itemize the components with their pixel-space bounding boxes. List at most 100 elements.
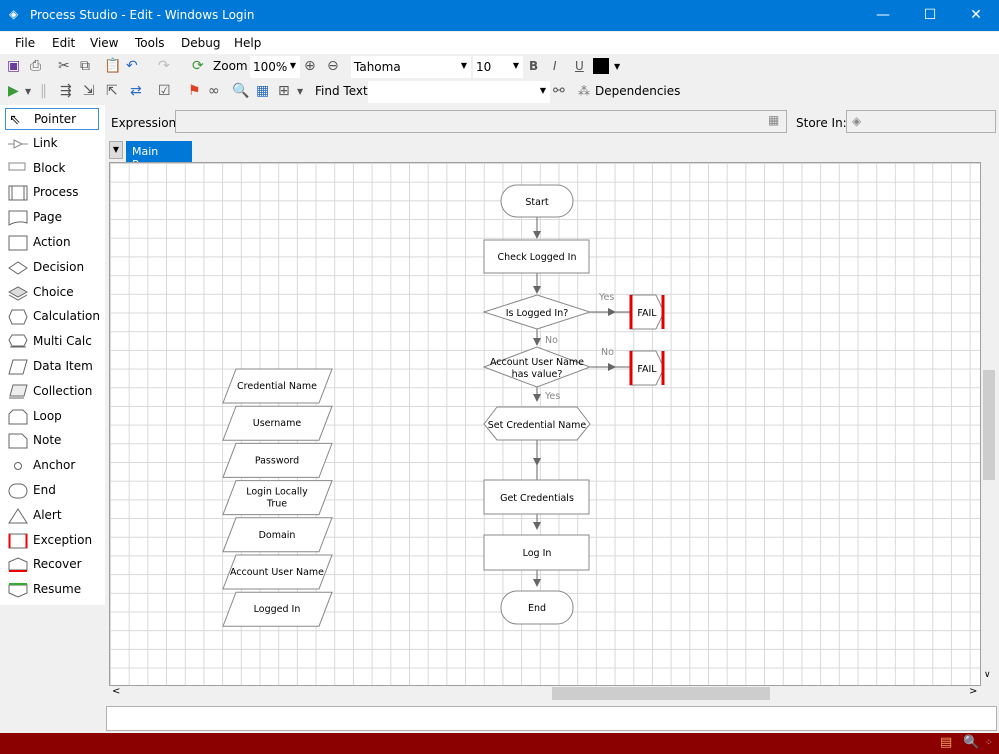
grid-icon[interactable]: ⊞ xyxy=(278,83,290,99)
italic-button[interactable]: I xyxy=(553,59,557,73)
maximize-button[interactable]: ☐ xyxy=(907,0,953,31)
window-icon[interactable]: ▦ xyxy=(256,83,269,99)
tool-resume[interactable]: Resume xyxy=(5,579,99,601)
tool-palette: ⇖ Pointer Link Block Process Page Action Decisi… xyxy=(0,105,105,605)
paste-icon[interactable]: 📋 xyxy=(104,58,121,74)
tool-end[interactable]: End xyxy=(5,480,99,502)
data-item-label: Logged In xyxy=(254,604,301,615)
block-icon xyxy=(8,161,28,177)
tool-multi-calc[interactable]: Multi Calc xyxy=(5,331,99,353)
reset-icon[interactable]: ⇄ xyxy=(130,83,142,99)
session-log-icon[interactable]: ▤ xyxy=(940,735,952,750)
watch-icon[interactable]: ∞ xyxy=(208,83,220,99)
minimize-button[interactable]: — xyxy=(860,0,906,31)
menu-debug[interactable]: Debug xyxy=(181,36,220,50)
tool-action[interactable]: Action xyxy=(5,232,99,254)
tool-label: Link xyxy=(33,135,58,150)
tool-exception[interactable]: Exception xyxy=(5,530,99,552)
copy-icon[interactable]: ⧉ xyxy=(80,58,90,74)
tool-pointer[interactable]: ⇖ Pointer xyxy=(5,108,99,130)
tool-page[interactable]: Page xyxy=(5,207,99,229)
validate-icon[interactable]: ☑ xyxy=(158,83,171,99)
tool-alert[interactable]: Alert xyxy=(5,505,99,527)
tool-loop[interactable]: Loop xyxy=(5,406,99,428)
redo-icon[interactable]: ↷ xyxy=(158,58,170,74)
color-picker[interactable] xyxy=(593,58,609,74)
store-in-input[interactable]: ◈ xyxy=(846,110,996,133)
process-canvas[interactable]: Start Check Logged In Is Logged In? FAIL… xyxy=(109,162,981,686)
expression-input[interactable] xyxy=(175,110,787,133)
tool-label: Alert xyxy=(33,507,62,522)
undo-icon[interactable]: ↶ xyxy=(126,58,138,74)
tool-link[interactable]: Link xyxy=(5,133,99,155)
data-item-label: Username xyxy=(253,418,302,429)
vertical-scroll-thumb[interactable] xyxy=(983,370,995,480)
chevron-down-icon[interactable]: ▼ xyxy=(614,62,620,71)
cut-icon[interactable]: ✂ xyxy=(58,58,70,74)
calculator-icon[interactable]: ▦ xyxy=(768,113,779,127)
chevron-down-icon[interactable]: ▼ xyxy=(297,87,303,96)
scroll-left-icon[interactable]: < xyxy=(112,686,120,697)
search-log-icon[interactable]: 🔍 xyxy=(963,735,979,750)
print-icon[interactable]: ⎙ xyxy=(30,58,41,74)
font-value: Tahoma xyxy=(354,60,401,74)
decision-icon xyxy=(8,260,28,276)
debug-toolbar: ▶ ▼ ‖ ⇶ ⇲ ⇱ ⇄ ☑ ⚑ ∞ 🔍 ▦ ⊞ ▼ Find Text ▼ … xyxy=(0,79,680,105)
close-button[interactable]: ✕ xyxy=(953,0,999,31)
tool-recover[interactable]: Recover xyxy=(5,554,99,576)
scroll-right-icon[interactable]: > xyxy=(969,686,977,697)
chevron-down-icon[interactable]: ▼ xyxy=(25,87,31,96)
menu-tools[interactable]: Tools xyxy=(135,36,165,50)
tool-process[interactable]: Process xyxy=(5,182,99,204)
pause-icon[interactable]: ‖ xyxy=(40,83,47,99)
process-icon xyxy=(8,185,28,201)
refresh-icon[interactable]: ⟳ xyxy=(192,58,204,74)
tool-label: Multi Calc xyxy=(33,334,92,349)
save-icon[interactable]: ▣ xyxy=(7,58,20,74)
pointer-icon: ⇖ xyxy=(9,112,21,128)
breakpoint-flag-icon[interactable]: ⚑ xyxy=(188,83,201,99)
data-item-label: Password xyxy=(255,455,299,466)
page-list-dropdown[interactable]: ▼ xyxy=(109,141,123,159)
tool-decision[interactable]: Decision xyxy=(5,257,99,279)
font-size-select[interactable]: 10 ▼ xyxy=(473,56,523,78)
step-icon[interactable]: ⇶ xyxy=(60,83,72,99)
tool-label: Exception xyxy=(33,532,93,547)
search-icon[interactable]: 🔍 xyxy=(232,83,249,99)
horizontal-scrollbar[interactable]: < > xyxy=(109,686,981,701)
horizontal-scroll-thumb[interactable] xyxy=(552,687,770,700)
menu-file[interactable]: File xyxy=(15,36,35,50)
chevron-down-icon: ▼ xyxy=(289,61,296,70)
step-in-icon[interactable]: ⇲ xyxy=(83,83,95,99)
tool-choice[interactable]: Choice xyxy=(5,282,99,304)
underline-button[interactable]: U xyxy=(575,59,584,73)
dependencies-icon: ⁂ xyxy=(578,84,590,98)
tool-block[interactable]: Block xyxy=(5,158,99,180)
binoculars-icon[interactable]: ⚯ xyxy=(553,83,565,99)
zoom-in-icon[interactable]: ⊕ xyxy=(304,58,316,74)
run-icon[interactable]: ▶ xyxy=(8,83,19,99)
dependencies-button[interactable]: Dependencies xyxy=(595,84,680,98)
step-out-icon[interactable]: ⇱ xyxy=(106,83,118,99)
zoom-select[interactable]: 100% ▼ xyxy=(250,56,300,78)
tool-calculation[interactable]: Calculation xyxy=(5,306,100,328)
tab-main-page[interactable]: Main Page xyxy=(126,141,192,171)
tool-label: Anchor xyxy=(33,458,76,473)
vertical-scrollbar[interactable]: ∨ xyxy=(981,162,997,686)
scroll-down-icon[interactable]: ∨ xyxy=(984,670,991,680)
title-bar: ◈ Process Studio - Edit - Windows Login … xyxy=(0,0,999,31)
menu-edit[interactable]: Edit xyxy=(52,36,75,50)
tool-data-item[interactable]: Data Item xyxy=(5,356,99,378)
menu-view[interactable]: View xyxy=(90,36,118,50)
tool-collection[interactable]: Collection xyxy=(5,381,99,403)
resize-grip-icon[interactable]: ⁘ xyxy=(985,738,993,748)
loop-icon xyxy=(8,409,28,425)
font-select[interactable]: Tahoma ▼ xyxy=(351,56,471,78)
tool-anchor[interactable]: Anchor xyxy=(5,455,99,477)
zoom-out-icon[interactable]: ⊖ xyxy=(327,58,339,74)
find-text-input[interactable]: ▼ xyxy=(368,81,550,103)
is-logged-in-label: Is Logged In? xyxy=(506,308,569,319)
bold-button[interactable]: B xyxy=(529,59,538,73)
tool-note[interactable]: Note xyxy=(5,430,99,452)
menu-help[interactable]: Help xyxy=(234,36,261,50)
